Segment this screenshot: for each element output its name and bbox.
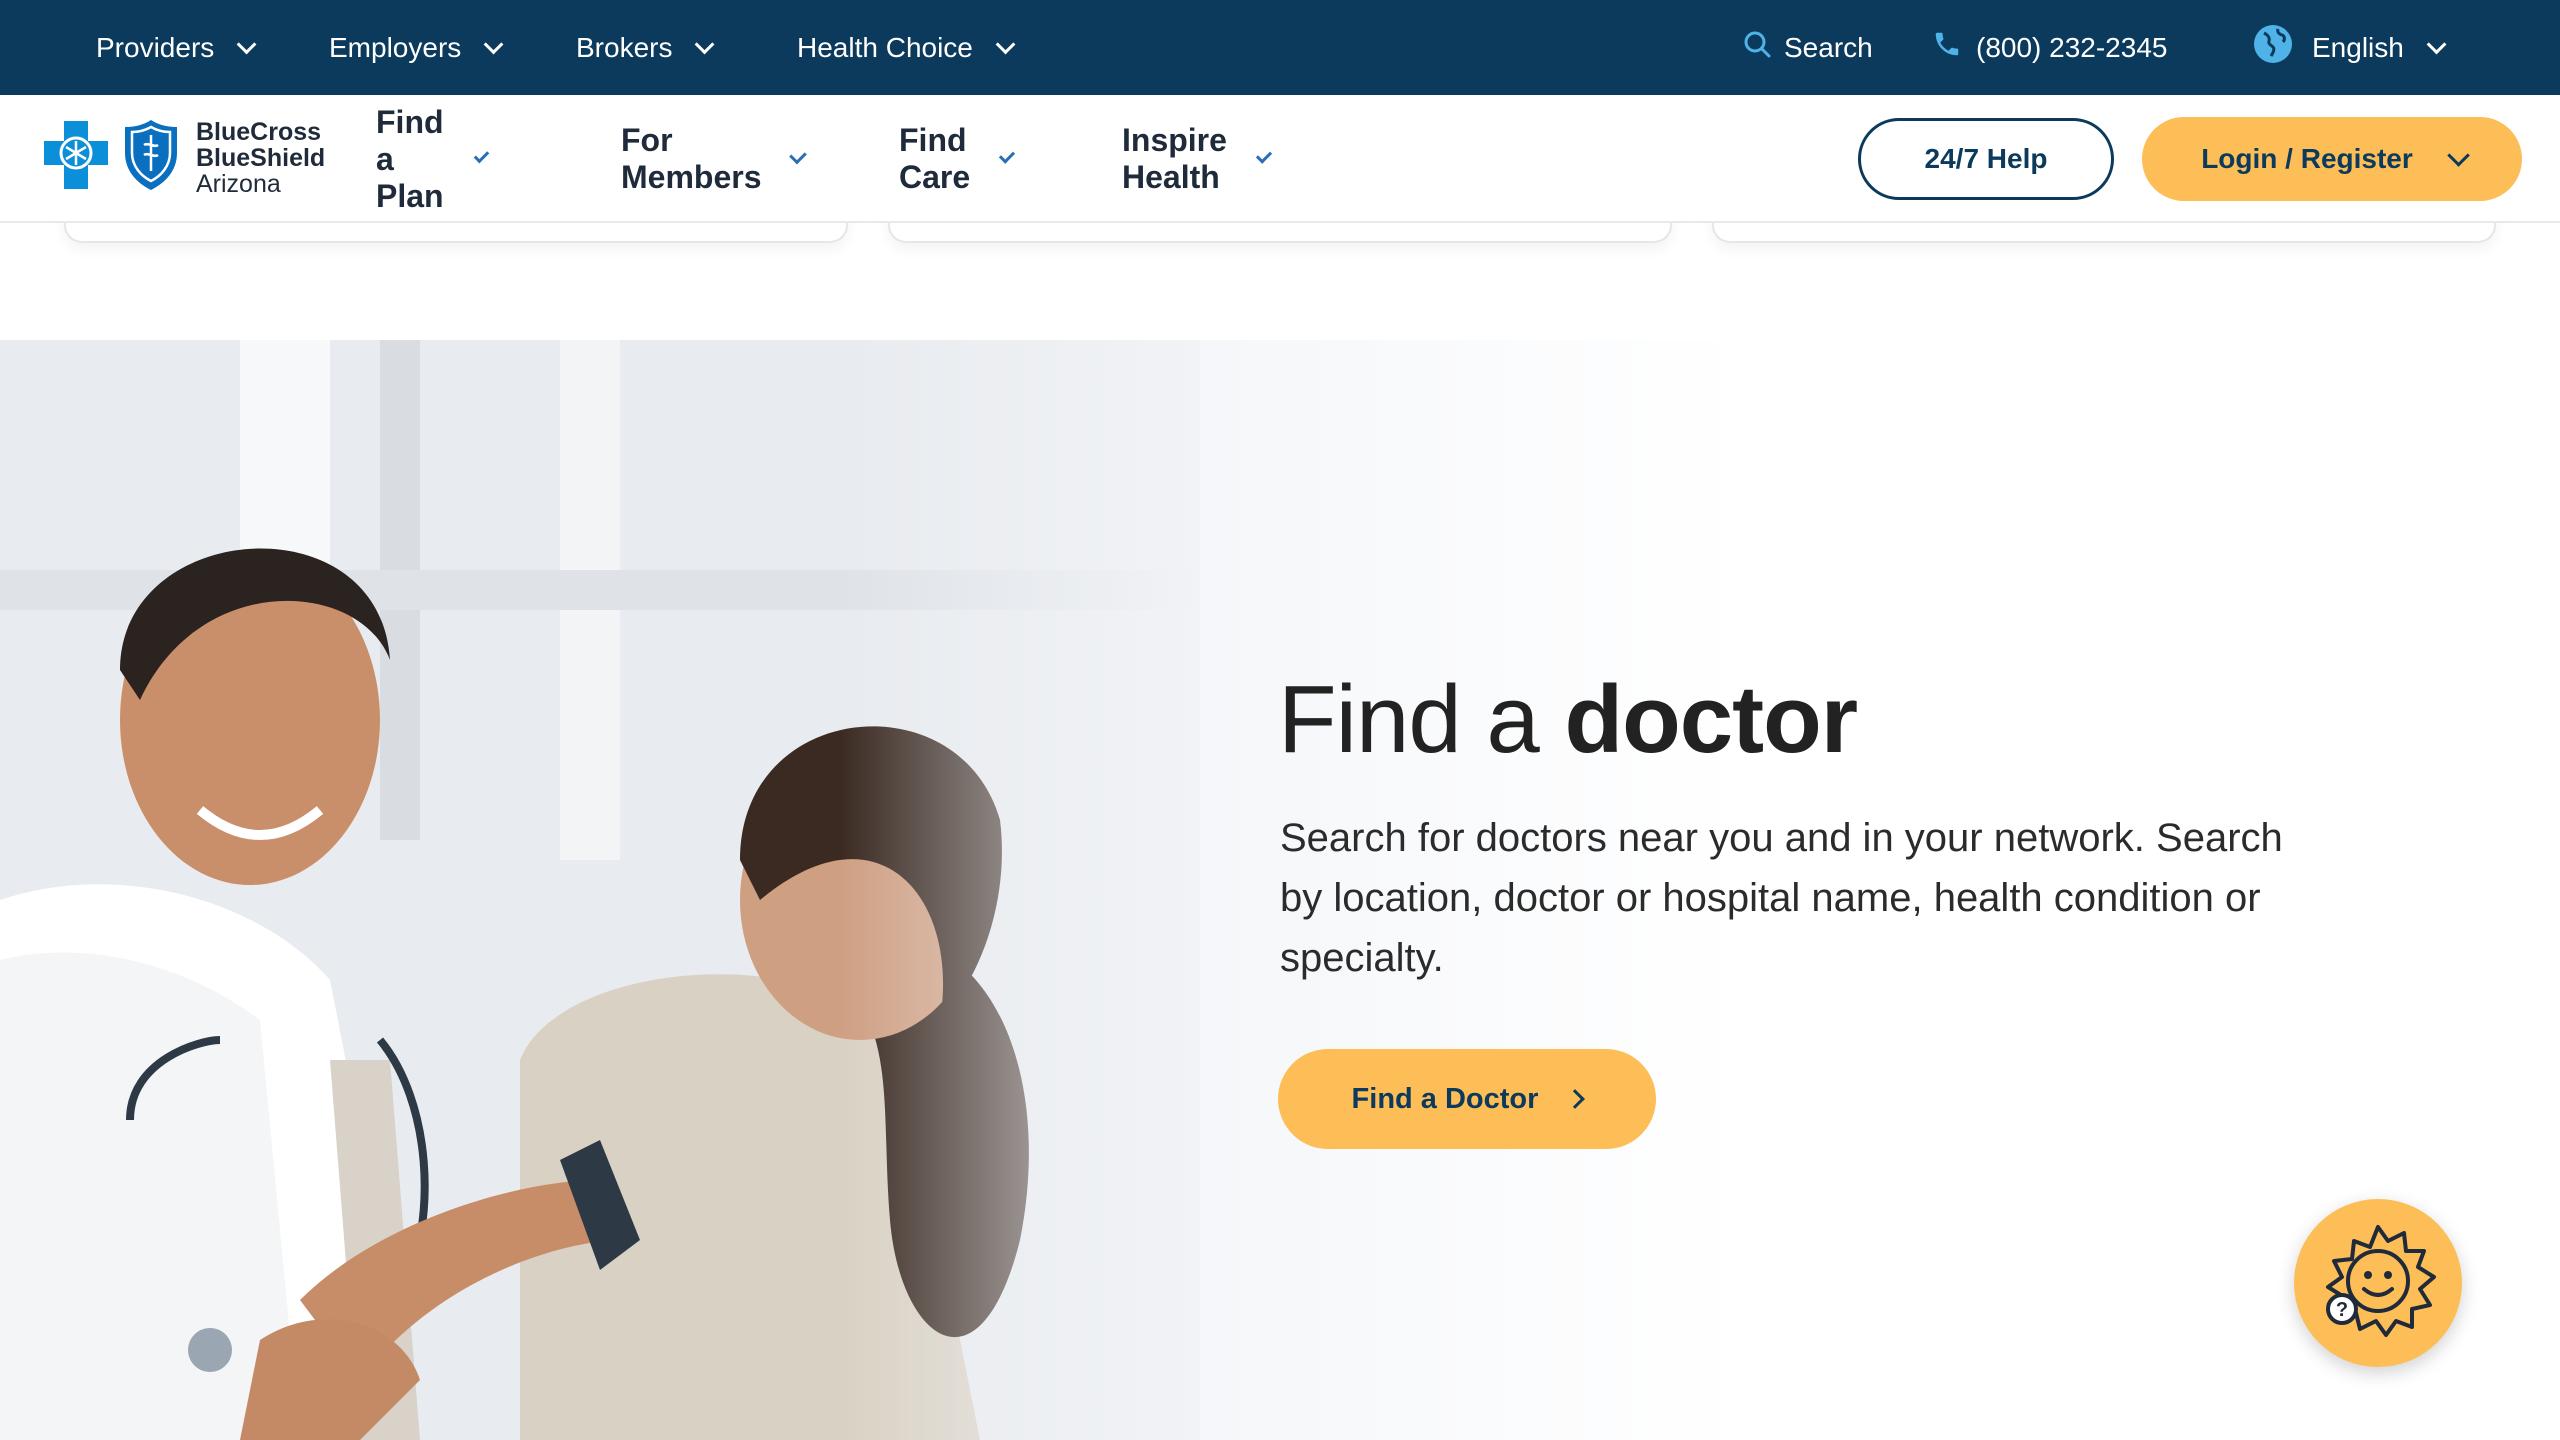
- brand-line-3: Arizona: [196, 169, 281, 198]
- phone-link[interactable]: (800) 232-2345: [1932, 0, 2167, 95]
- utility-bar: Providers Employers Brokers Health Choic…: [0, 0, 2560, 95]
- topbar-item-label: Employers: [329, 31, 462, 63]
- hero-title-bold: doctor: [1564, 666, 1858, 773]
- login-register-button[interactable]: Login / Register: [2142, 117, 2522, 201]
- nav-item-label: Find a Plan: [376, 103, 444, 214]
- topbar-item-brokers[interactable]: Brokers: [576, 0, 715, 95]
- blue-cross-icon: [40, 117, 112, 198]
- topbar-item-providers[interactable]: Providers: [96, 0, 257, 95]
- search-label: Search: [1784, 31, 1873, 63]
- topbar-item-label: Brokers: [576, 31, 673, 63]
- nav-item-label: For Members: [621, 122, 762, 195]
- nav-item-inspire-health[interactable]: Inspire Health: [1122, 95, 1273, 223]
- chevron-down-icon: [236, 34, 257, 54]
- chevron-right-icon: [1565, 1089, 1586, 1109]
- hero-title-light: Find a: [1278, 666, 1565, 773]
- phone-icon: [1932, 29, 1962, 66]
- topbar-item-label: Providers: [96, 31, 215, 63]
- search-icon: [1742, 29, 1772, 66]
- chevron-down-icon: [2447, 144, 2470, 167]
- chevron-down-icon: [2426, 34, 2447, 54]
- login-button-label: Login / Register: [2201, 143, 2413, 174]
- language-label: English: [2312, 31, 2404, 63]
- smiling-sun-help-icon: ?: [2314, 1217, 2442, 1350]
- search-link[interactable]: Search: [1742, 0, 1873, 95]
- blue-shield-icon: [122, 117, 180, 198]
- help-button-label: 24/7 Help: [1924, 143, 2048, 174]
- chevron-down-icon: [483, 34, 504, 54]
- hero-description: Search for doctors near you and in your …: [1280, 816, 2283, 980]
- globe-icon: [2252, 23, 2294, 72]
- brand-logo[interactable]: BlueCross BlueShield Arizona: [40, 117, 325, 198]
- chevron-down-icon: [995, 34, 1016, 54]
- brand-line-2: BlueShield: [196, 143, 326, 172]
- help-247-button[interactable]: 24/7 Help: [1858, 118, 2114, 200]
- nav-item-label: Find Care: [899, 122, 971, 195]
- doctor-patient-photo: [0, 340, 1200, 1440]
- topbar-item-health-choice[interactable]: Health Choice: [797, 0, 1016, 95]
- help-assistant-button[interactable]: ?: [2294, 1199, 2462, 1367]
- language-selector[interactable]: English: [2252, 0, 2447, 95]
- brand-wordmark: BlueCross BlueShield Arizona: [196, 119, 325, 197]
- find-doctor-button-label: Find a Doctor: [1351, 1082, 1539, 1115]
- brand-line-1: BlueCross: [196, 117, 322, 146]
- hero-title: Find a doctor: [1278, 660, 1858, 780]
- topbar-item-employers[interactable]: Employers: [329, 0, 504, 95]
- nav-item-label: Inspire Health: [1122, 122, 1227, 195]
- svg-text:?: ?: [2336, 1299, 2348, 1321]
- nav-item-find-a-plan[interactable]: Find a Plan: [376, 95, 489, 223]
- chevron-down-icon: [695, 34, 715, 54]
- nav-item-for-members[interactable]: For Members: [621, 95, 807, 223]
- nav-item-find-care[interactable]: Find Care: [899, 95, 1016, 223]
- topbar-item-label: Health Choice: [797, 31, 973, 63]
- phone-number: (800) 232-2345: [1976, 31, 2168, 63]
- find-a-doctor-button[interactable]: Find a Doctor: [1278, 1049, 1656, 1149]
